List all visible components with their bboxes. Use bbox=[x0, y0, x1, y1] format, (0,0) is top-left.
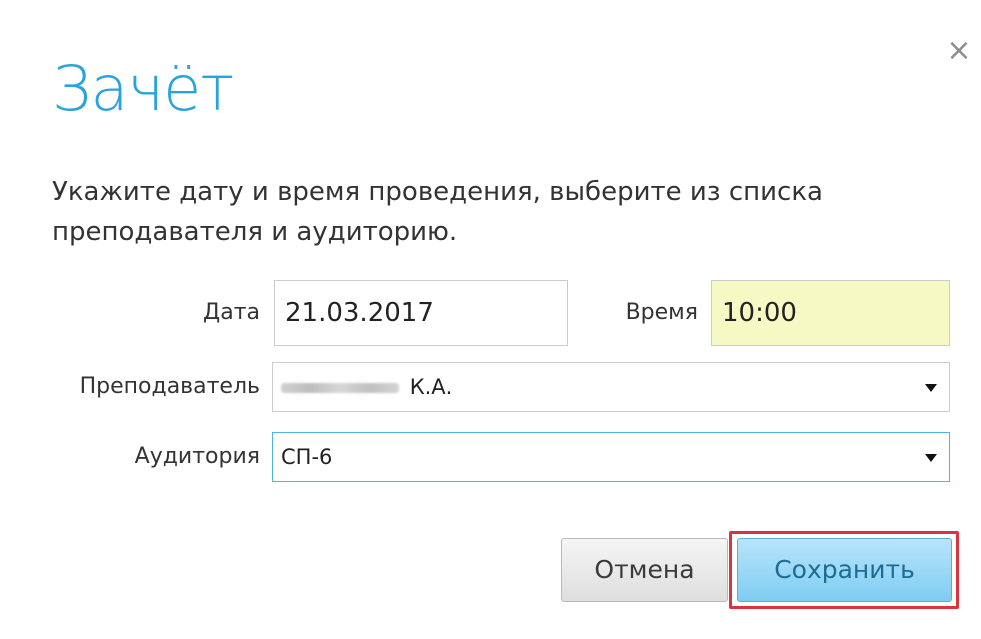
dropdown-arrow-icon bbox=[925, 454, 937, 462]
date-input[interactable] bbox=[274, 280, 568, 346]
cancel-button[interactable]: Отмена bbox=[561, 538, 728, 602]
time-input[interactable] bbox=[711, 280, 950, 346]
save-button[interactable]: Сохранить bbox=[737, 538, 952, 602]
room-select-value: СП-6 bbox=[281, 445, 333, 469]
room-select[interactable]: СП-6 bbox=[272, 432, 950, 482]
exam-dialog: × Зачёт Укажите дату и время проведения,… bbox=[0, 0, 981, 639]
instruction-text: Укажите дату и время проведения, выберит… bbox=[52, 177, 823, 247]
date-label: Дата bbox=[203, 300, 260, 325]
teacher-select[interactable]: К.А. bbox=[272, 362, 950, 412]
dialog-title: Зачёт bbox=[52, 52, 234, 125]
teacher-select-value: К.А. bbox=[409, 375, 453, 399]
time-label: Время bbox=[625, 300, 698, 325]
dropdown-arrow-icon bbox=[925, 384, 937, 392]
room-label: Аудитория bbox=[134, 444, 260, 469]
blurred-teacher-name bbox=[281, 383, 399, 393]
close-icon[interactable]: × bbox=[944, 36, 974, 66]
teacher-label: Преподаватель bbox=[79, 374, 260, 399]
